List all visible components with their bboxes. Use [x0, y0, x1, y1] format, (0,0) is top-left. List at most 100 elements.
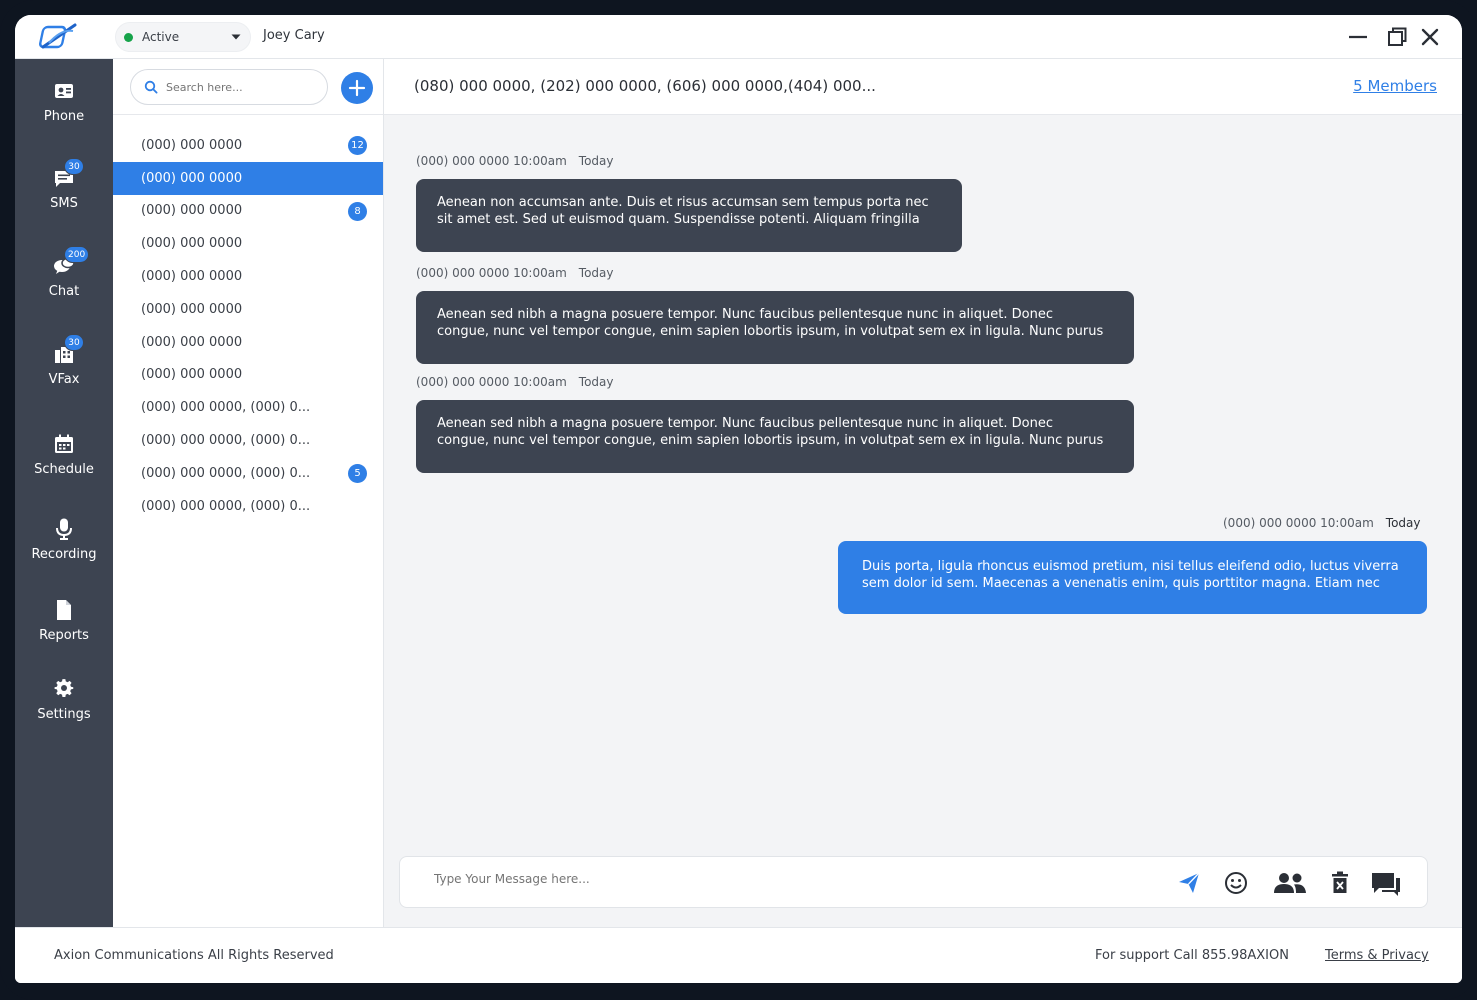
conversation-label: (000) 000 0000, (000) 0... — [141, 433, 311, 449]
message-text-line: Aenean non accumsan ante. Duis et risus … — [437, 195, 929, 210]
message-sender-time: (000) 000 0000 10:00am — [416, 154, 567, 168]
new-conversation-button[interactable] — [341, 72, 373, 104]
list-item[interactable]: (000) 000 0000 8 — [113, 195, 383, 228]
message-sender-time: (000) 000 0000 10:00am — [416, 375, 567, 389]
message-text-line: sit amet est. Sed ut euismod quam. Suspe… — [437, 212, 920, 227]
user-name: Joey Cary — [263, 28, 325, 43]
unread-badge: 12 — [348, 136, 367, 155]
chat-header: (080) 000 0000, (202) 000 0000, (606) 00… — [384, 59, 1462, 115]
conversation-label: (000) 000 0000 — [141, 236, 243, 252]
message-meta: (000) 000 0000 10:00am Today — [1223, 516, 1421, 530]
list-item-selected[interactable]: (000) 000 0000 — [113, 161, 383, 195]
list-item[interactable]: (000) 000 0000, (000) 0... — [113, 424, 383, 457]
sidebar-item-label: Settings — [37, 707, 91, 722]
message-text-line: sem dolor id sem. Maecenas a venenatis e… — [862, 576, 1380, 591]
members-link[interactable]: 5 Members — [1353, 77, 1437, 95]
sidebar-nav: Phone 30 SMS 200 Chat 30 VFax Schedule R… — [15, 59, 113, 927]
conversation-list: (000) 000 0000 12 (000) 000 0000 (000) 0… — [113, 129, 383, 523]
list-item[interactable]: (000) 000 0000 — [113, 227, 383, 260]
incoming-message-bubble: Aenean sed nibh a magna posuere tempor. … — [416, 400, 1134, 473]
sidebar-item-vfax[interactable]: 30 VFax — [15, 334, 113, 406]
unread-badge: 5 — [348, 463, 367, 483]
message-meta: (000) 000 0000 10:00am Today — [416, 154, 614, 168]
sidebar-item-label: Reports — [39, 628, 89, 643]
chat-icon: 200 — [52, 246, 90, 278]
sidebar-item-recording[interactable]: Recording — [15, 517, 113, 581]
microphone-icon — [52, 517, 76, 541]
message-input[interactable] — [434, 872, 1134, 886]
conversation-label: (000) 000 0000 — [141, 203, 243, 219]
conversation-label: (000) 000 0000, (000) 0... — [141, 465, 311, 481]
sidebar-item-label: Phone — [43, 109, 85, 124]
search-input[interactable] — [166, 80, 316, 94]
incoming-message-bubble: Aenean non accumsan ante. Duis et risus … — [416, 179, 962, 252]
list-item[interactable]: (000) 000 0000 — [113, 326, 383, 359]
message-day: Today — [578, 154, 614, 168]
list-item[interactable]: (000) 000 0000 — [113, 260, 383, 293]
list-header — [113, 59, 383, 115]
sidebar-item-schedule[interactable]: Schedule — [15, 432, 113, 496]
message-text-line: Duis porta, ligula rhoncus euismod preti… — [862, 559, 1399, 574]
list-item[interactable]: (000) 000 0000 — [113, 359, 383, 392]
list-item[interactable]: (000) 000 0000, (000) 0... — [113, 391, 383, 424]
group-icon[interactable] — [1272, 869, 1308, 897]
search-box[interactable] — [130, 69, 328, 105]
calendar-icon — [52, 432, 76, 456]
footer: Axion Communications All Rights Reserved… — [15, 927, 1462, 983]
conversation-label: (000) 000 0000 — [141, 367, 243, 383]
status-dropdown[interactable]: Active — [115, 22, 251, 52]
message-text-line: congue, nunc vel tempor congue, enim sap… — [437, 324, 1104, 339]
incoming-message-bubble: Aenean sed nibh a magna posuere tempor. … — [416, 291, 1134, 364]
outgoing-message-bubble: Duis porta, ligula rhoncus euismod preti… — [838, 541, 1427, 614]
app-logo — [39, 23, 77, 49]
copyright-text: Axion Communications All Rights Reserved — [54, 948, 334, 963]
sidebar-item-label: VFax — [48, 372, 80, 387]
minimize-icon[interactable] — [1346, 25, 1370, 49]
list-item[interactable]: (000) 000 0000, (000) 0... 5 — [113, 457, 383, 490]
conversation-label: (000) 000 0000 — [141, 137, 243, 153]
sidebar-item-label: SMS — [50, 196, 78, 211]
sidebar-item-chat[interactable]: 200 Chat — [15, 246, 113, 318]
conversation-title: (080) 000 0000, (202) 000 0000, (606) 00… — [414, 77, 876, 95]
unread-badge: 8 — [348, 201, 367, 221]
list-item[interactable]: (000) 000 0000 — [113, 293, 383, 326]
conversation-label: (000) 000 0000 — [141, 269, 243, 285]
chat-count-badge: 200 — [64, 246, 90, 263]
conversation-label: (000) 000 0000, (000) 0... — [141, 498, 311, 514]
restore-icon[interactable] — [1385, 25, 1409, 49]
message-sender-time: (000) 000 0000 10:00am — [416, 266, 567, 280]
chat-bubbles-icon[interactable] — [1370, 869, 1402, 897]
sms-icon: 30 — [52, 158, 84, 190]
search-icon — [144, 80, 158, 94]
sidebar-item-label: Schedule — [34, 462, 94, 477]
terms-link[interactable]: Terms & Privacy — [1325, 948, 1429, 963]
conversation-label: (000) 000 0000 — [141, 301, 243, 317]
status-indicator — [124, 32, 133, 42]
conversation-label: (000) 000 0000 — [141, 334, 243, 350]
sidebar-item-sms[interactable]: 30 SMS — [15, 158, 113, 230]
send-icon[interactable] — [1175, 869, 1203, 897]
conversation-label: (000) 000 0000, (000) 0... — [141, 400, 311, 416]
message-text-line: Aenean sed nibh a magna posuere tempor. … — [437, 307, 1053, 322]
sidebar-item-phone[interactable]: Phone — [15, 79, 113, 143]
delete-icon[interactable] — [1326, 869, 1354, 897]
sidebar-item-label: Chat — [48, 284, 80, 299]
list-item[interactable]: (000) 000 0000, (000) 0... — [113, 490, 383, 523]
fax-icon: 30 — [52, 334, 84, 366]
sidebar-item-settings[interactable]: Settings — [15, 677, 113, 741]
gear-icon — [52, 677, 76, 701]
message-day: Today — [578, 375, 614, 389]
message-day: Today — [578, 266, 614, 280]
status-label: Active — [142, 30, 180, 44]
plus-icon — [348, 79, 366, 97]
conversation-list-panel: (000) 000 0000 12 (000) 000 0000 (000) 0… — [113, 59, 384, 927]
message-text-line: Aenean sed nibh a magna posuere tempor. … — [437, 416, 1053, 431]
conversation-label: (000) 000 0000 — [141, 170, 243, 186]
close-icon[interactable] — [1418, 25, 1442, 49]
sidebar-item-reports[interactable]: Reports — [15, 598, 113, 662]
phone-contact-icon — [52, 79, 76, 103]
message-meta: (000) 000 0000 10:00am Today — [416, 375, 614, 389]
list-item[interactable]: (000) 000 0000 12 — [113, 129, 383, 162]
message-composer — [399, 856, 1428, 908]
emoji-icon[interactable] — [1222, 869, 1250, 897]
